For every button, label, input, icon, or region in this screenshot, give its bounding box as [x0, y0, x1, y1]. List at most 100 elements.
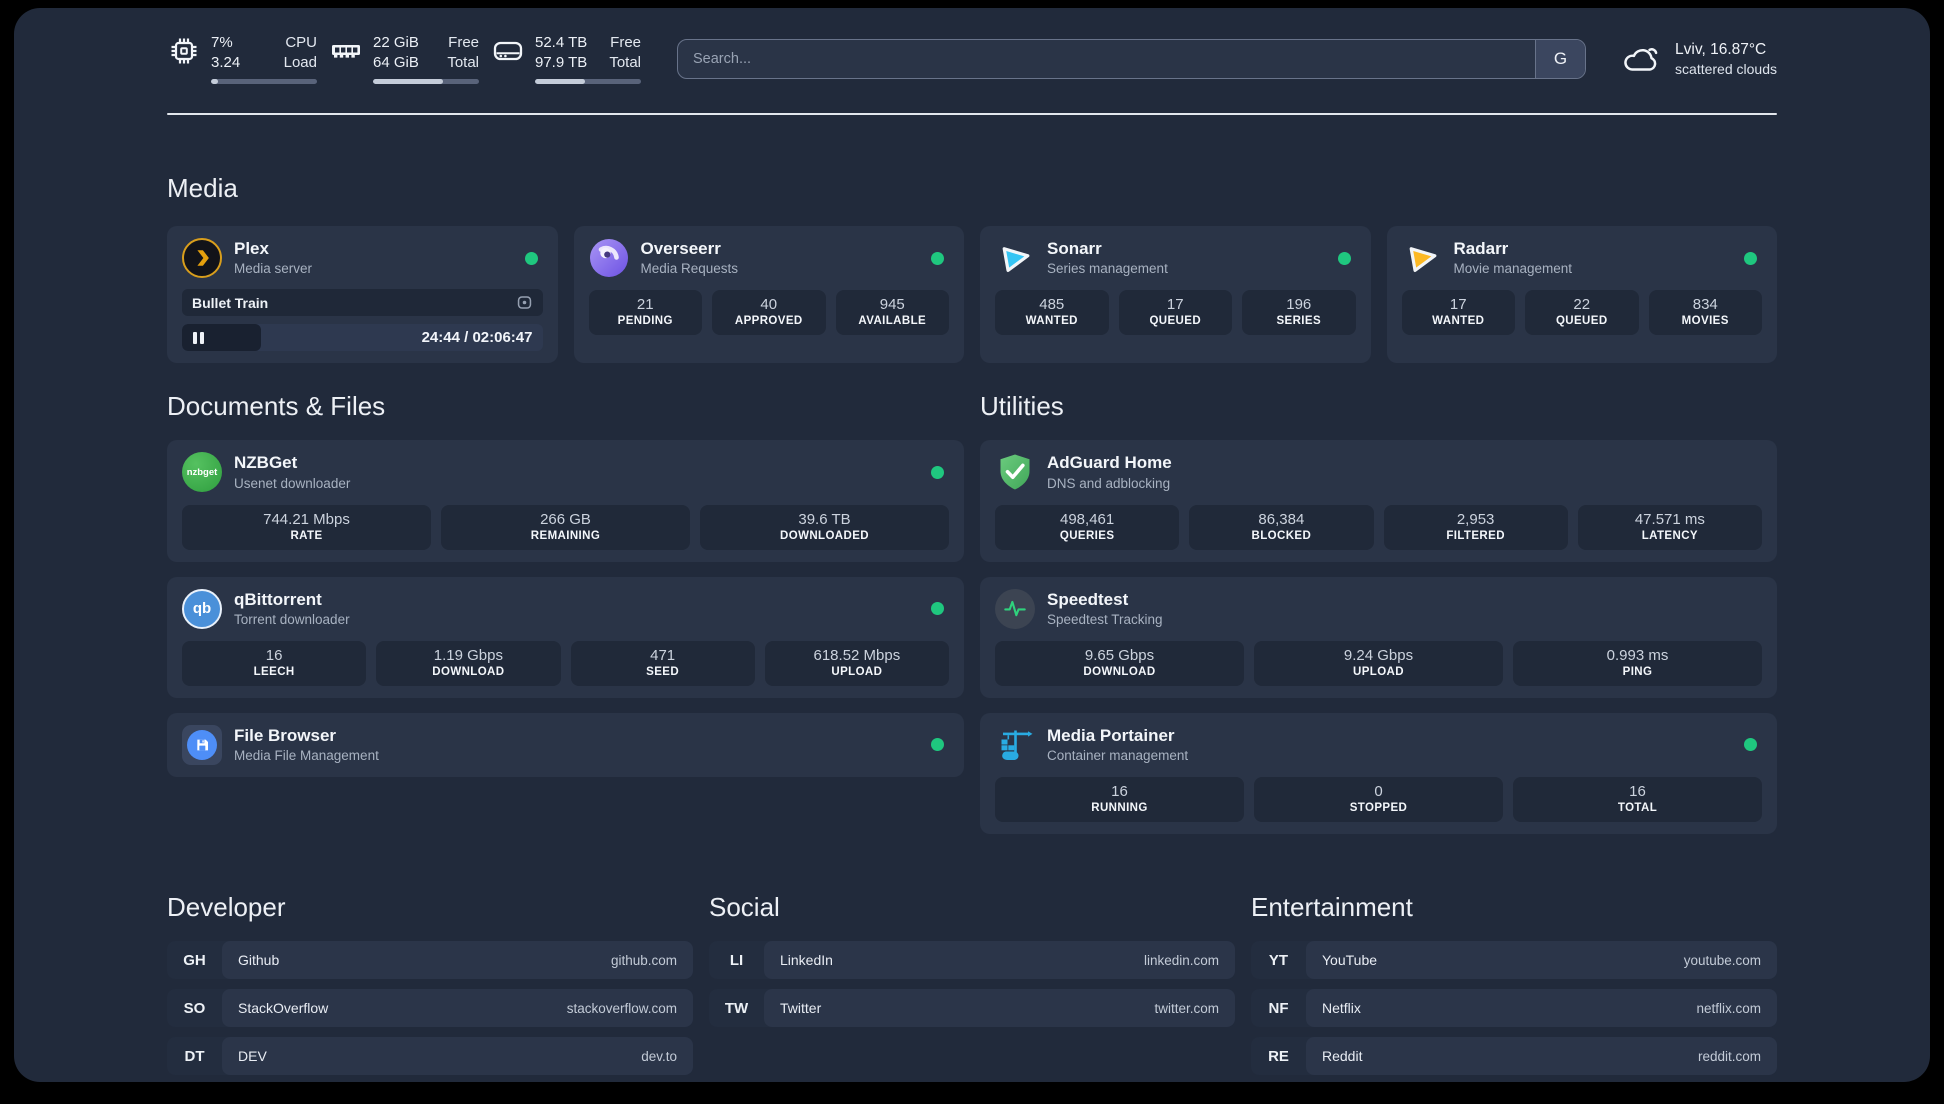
card-radarr[interactable]: Radarr Movie management 17 WANTED 22 QUE… — [1386, 226, 1777, 364]
cpu-percent: 7% — [211, 34, 233, 51]
now-playing-row: Bullet Train — [182, 289, 543, 317]
link-stackoverflow[interactable]: SO StackOverflow stackoverflow.com — [167, 989, 693, 1027]
link-name: Github — [238, 952, 280, 968]
qbittorrent-icon: qb — [182, 588, 222, 629]
cpu-progress-track — [211, 79, 317, 84]
link-url: linkedin.com — [1143, 952, 1219, 968]
link-reddit[interactable]: RE Reddit reddit.com — [1251, 1037, 1777, 1075]
radarr-icon — [1402, 238, 1442, 278]
stat-latency: 47.571 ms LATENCY — [1577, 504, 1762, 550]
card-adguard[interactable]: AdGuard Home DNS and adblocking 498,461 … — [980, 440, 1777, 562]
stat-upload: 9.24 Gbps UPLOAD — [1254, 640, 1503, 686]
card-subtitle: DNS and adblocking — [1047, 475, 1171, 491]
card-plex[interactable]: Plex Media server Bullet Train 24:44 / 0… — [167, 226, 558, 364]
status-dot — [1337, 251, 1351, 265]
filebrowser-icon — [182, 724, 222, 765]
link-name: Twitter — [780, 1000, 822, 1016]
ram-free-label: Free — [448, 34, 479, 51]
entertainment-section: Entertainment YT YouTube youtube.com NF … — [1251, 892, 1777, 1075]
developer-section: Developer GH Github github.com SO StackO… — [167, 892, 693, 1075]
status-dot — [931, 465, 944, 479]
search-bar: G — [677, 38, 1587, 79]
card-sonarr[interactable]: Sonarr Series management 485 WANTED 17 Q… — [980, 226, 1371, 364]
disk-metric: 52.4 TB 97.9 TB Free Total — [491, 33, 641, 84]
sonarr-icon — [995, 238, 1035, 278]
ram-progress-track — [373, 79, 479, 84]
search-engine-button[interactable]: G — [1535, 39, 1586, 78]
stat-filtered: 2,953 FILTERED — [1383, 504, 1568, 550]
card-title: Speedtest — [1047, 589, 1129, 609]
link-url: youtube.com — [1683, 952, 1761, 968]
cpu-label: CPU — [285, 34, 317, 51]
link-url: dev.to — [641, 1048, 677, 1064]
card-filebrowser[interactable]: File Browser Media File Management — [167, 712, 964, 777]
link-abbr: YT — [1268, 951, 1289, 969]
section-title-developer: Developer — [167, 892, 286, 922]
stat-available: 945 AVAILABLE — [835, 290, 949, 336]
section-title-utilities: Utilities — [980, 391, 1064, 422]
card-speedtest[interactable]: Speedtest Speedtest Tracking 9.65 Gbps D… — [980, 576, 1777, 698]
link-dev[interactable]: DT DEV dev.to — [167, 1037, 693, 1075]
card-qbittorrent[interactable]: qb qBittorrent Torrent downloader 16 LEE… — [167, 576, 964, 698]
portainer-icon — [995, 725, 1035, 765]
ram-free-value: 22 GiB — [373, 34, 419, 51]
link-github[interactable]: GH Github github.com — [167, 941, 693, 979]
stat-ping: 0.993 ms PING — [1513, 640, 1762, 686]
stat-series: 196 SERIES — [1242, 290, 1356, 336]
disk-total-value: 97.9 TB — [535, 53, 588, 71]
stat-total: 16 TOTAL — [1513, 777, 1762, 822]
now-playing-title: Bullet Train — [192, 294, 269, 311]
ram-icon — [332, 45, 360, 58]
card-portainer[interactable]: Media Portainer Container management 16 … — [980, 712, 1777, 834]
pause-icon[interactable] — [193, 331, 204, 344]
link-url: twitter.com — [1154, 1000, 1219, 1016]
card-title: qBittorrent — [234, 589, 322, 609]
link-name: DEV — [238, 1048, 267, 1064]
link-name: YouTube — [1322, 952, 1378, 968]
link-url: stackoverflow.com — [566, 1000, 677, 1016]
ram-progress-fill — [373, 79, 443, 84]
card-nzbget[interactable]: nzbget NZBGet Usenet downloader 744.21 M… — [167, 440, 964, 562]
link-url: netflix.com — [1696, 1000, 1761, 1016]
cpu-load-value: 3.24 — [211, 53, 241, 71]
card-title: Overseerr — [640, 239, 721, 258]
stat-blocked: 86,384 BLOCKED — [1189, 504, 1374, 550]
status-dot — [931, 251, 944, 265]
link-linkedin[interactable]: LI LinkedIn linkedin.com — [709, 941, 1235, 979]
stat-queries: 498,461 QUERIES — [995, 504, 1180, 550]
weather-condition: scattered clouds — [1675, 60, 1777, 77]
card-title: File Browser — [234, 725, 337, 745]
section-title-social: Social — [709, 892, 780, 922]
stat-remaining: 266 GB REMAINING — [441, 504, 690, 550]
dashboard-panel: 7% 3.24 CPU Load 22 GiB 64 GiB Free Tota… — [14, 8, 1930, 1082]
card-title: Radarr — [1453, 239, 1509, 258]
card-title: Plex — [234, 239, 269, 258]
playback-progress-bar[interactable]: 24:44 / 02:06:47 — [182, 324, 543, 352]
session-device-icon — [516, 294, 533, 311]
stat-pending: 21 PENDING — [588, 290, 702, 336]
link-twitter[interactable]: TW Twitter twitter.com — [709, 989, 1235, 1027]
link-youtube[interactable]: YT YouTube youtube.com — [1251, 941, 1777, 979]
section-title-entertainment: Entertainment — [1251, 892, 1413, 922]
cpu-metric: 7% 3.24 CPU Load — [167, 33, 317, 84]
link-abbr: TW — [724, 999, 749, 1017]
card-overseerr[interactable]: Overseerr Media Requests 21 PENDING 40 A… — [573, 226, 964, 364]
status-dot — [1744, 738, 1757, 752]
stat-approved: 40 APPROVED — [712, 290, 826, 336]
link-name: Reddit — [1322, 1048, 1363, 1064]
link-abbr: SO — [183, 999, 206, 1017]
disk-progress-fill — [535, 79, 585, 84]
status-dot — [931, 738, 944, 752]
link-abbr: DT — [184, 1047, 205, 1065]
overseerr-icon — [589, 238, 629, 278]
documents-column: Documents & Files nzbget NZBGet Usenet d… — [167, 391, 964, 834]
header-bar: 7% 3.24 CPU Load 22 GiB 64 GiB Free Tota… — [167, 8, 1777, 84]
link-netflix[interactable]: NF Netflix netflix.com — [1251, 989, 1777, 1027]
card-subtitle: Movie management — [1453, 261, 1573, 277]
disk-total-label: Total — [609, 53, 641, 71]
qbittorrent-icon-text: qb — [192, 600, 212, 618]
utilities-column: Utilities AdGuard Home DNS and adblockin… — [980, 391, 1777, 834]
search-input[interactable] — [678, 39, 1536, 78]
card-title: AdGuard Home — [1047, 453, 1172, 473]
stat-wanted: 17 WANTED — [1401, 290, 1515, 336]
